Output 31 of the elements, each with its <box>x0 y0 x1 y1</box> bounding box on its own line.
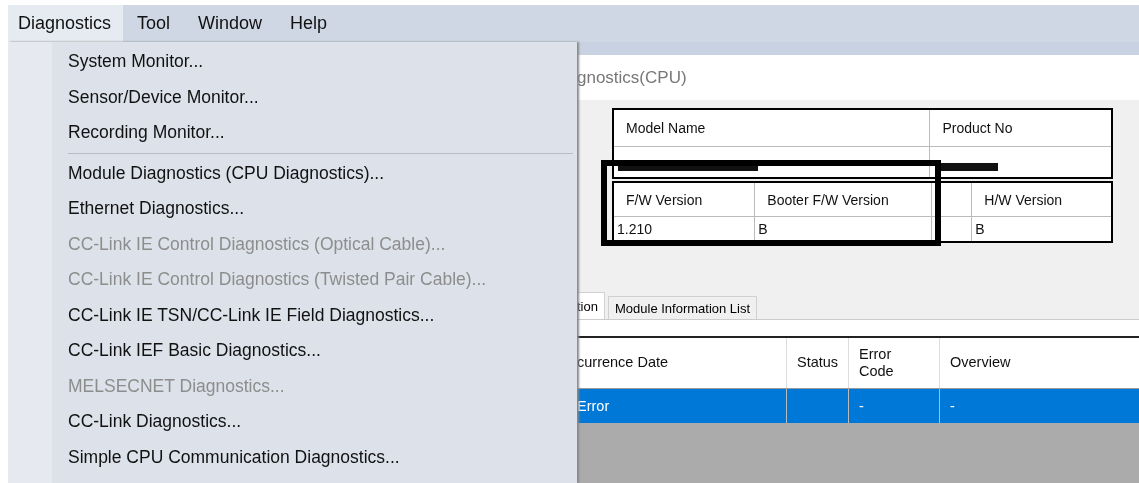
table-cell: Error <box>577 398 610 414</box>
menu-item[interactable]: CC-Link IEF Basic Diagnostics... <box>68 333 577 369</box>
menu-item[interactable]: Simple CPU Communication Diagnostics... <box>68 439 577 475</box>
redaction-mark <box>938 163 999 171</box>
column-header: Overview <box>950 354 1011 372</box>
menu-item[interactable]: Sensor/Device Monitor... <box>68 79 577 115</box>
menu-item[interactable]: Recording Monitor... <box>68 115 577 151</box>
tab[interactable]: tion <box>577 292 605 319</box>
menu-item[interactable]: System Monitor... <box>68 44 577 80</box>
tab[interactable]: Module Information List <box>607 296 758 319</box>
menu-title[interactable]: Window <box>184 5 277 42</box>
column-header: F/W Version <box>626 191 703 208</box>
menu-title[interactable]: Help <box>276 5 342 42</box>
table-cell: - <box>950 398 955 414</box>
column-header: Booter F/W Version <box>767 191 889 208</box>
menu-title[interactable]: Tool <box>123 5 185 42</box>
column-header: Error Code <box>859 345 894 381</box>
menu-item[interactable]: Module Diagnostics (CPU Diagnostics)... <box>68 155 577 191</box>
table-cell: - <box>859 398 864 414</box>
table-cell: 1.210 <box>617 221 653 237</box>
menu-item[interactable]: CC-Link IE TSN/CC-Link IE Field Diagnostics... <box>68 297 577 333</box>
column-header: Model Name <box>613 109 930 147</box>
menu-item[interactable]: Ethernet Diagnostics... <box>68 191 577 227</box>
column-header: H/W Version <box>984 191 1063 208</box>
table-cell: B <box>758 221 768 237</box>
table-cell: B <box>975 221 985 237</box>
table-row[interactable]: Error - - <box>577 389 1139 423</box>
column-header: currence Date <box>577 354 669 372</box>
menu-item[interactable]: CC-Link Diagnostics... <box>68 404 577 440</box>
column-header: Status <box>797 354 839 372</box>
menu-title[interactable]: Diagnostics <box>8 5 124 42</box>
